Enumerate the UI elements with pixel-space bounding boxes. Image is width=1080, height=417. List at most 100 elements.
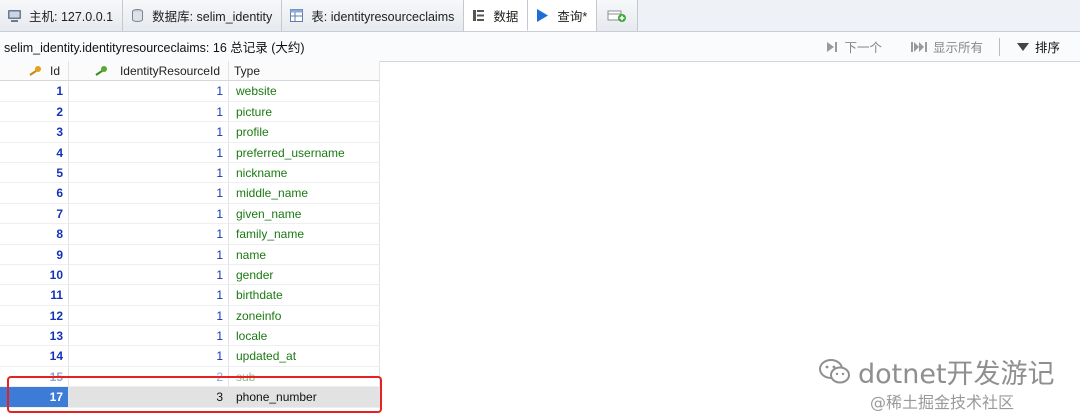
record-count-label: selim_identity.identityresourceclaims: 1… xyxy=(4,41,305,55)
cell-identityresourceid[interactable]: 1 xyxy=(69,122,229,143)
show-all-icon xyxy=(910,41,927,52)
column-header-label: IdentityResourceId xyxy=(119,63,220,78)
cell-id[interactable]: 7 xyxy=(0,203,69,225)
cell-type[interactable]: gender xyxy=(229,264,380,286)
cell-type[interactable]: zoneinfo xyxy=(229,305,380,327)
column-header-type[interactable]: Type xyxy=(229,61,380,82)
column-header-label: Id xyxy=(49,63,60,78)
cell-id[interactable]: 8 xyxy=(0,224,69,245)
table-row[interactable]: 8 1 family_name xyxy=(0,224,380,245)
table-row[interactable]: 14 1 updated_at xyxy=(0,346,380,367)
play-icon xyxy=(535,8,550,23)
cell-identityresourceid[interactable]: 1 xyxy=(69,244,229,265)
sort-button[interactable]: 排序 xyxy=(1016,37,1060,56)
wechat-icon xyxy=(819,358,850,383)
cell-identityresourceid[interactable]: 1 xyxy=(69,203,229,225)
toolbar-divider xyxy=(998,37,1000,56)
next-button[interactable]: 下一个 xyxy=(825,37,882,56)
cell-id[interactable]: 12 xyxy=(0,305,69,327)
table-row[interactable]: 2 1 picture xyxy=(0,101,380,123)
cell-id[interactable]: 11 xyxy=(0,285,69,306)
table-row[interactable]: 13 1 locale xyxy=(0,326,380,347)
table-row[interactable]: 1 1 website xyxy=(0,81,380,102)
cell-type[interactable]: middle_name xyxy=(229,183,380,204)
table-row[interactable]: 9 1 name xyxy=(0,244,380,265)
cell-identityresourceid[interactable]: 1 xyxy=(69,142,229,163)
cell-id[interactable]: 4 xyxy=(0,142,69,163)
table-row[interactable]: 7 1 given_name xyxy=(0,203,380,225)
tab-label: 主机: 127.0.0.1 xyxy=(29,10,114,24)
cell-id[interactable]: 14 xyxy=(0,346,69,367)
server-icon xyxy=(7,8,22,23)
next-label: 下一个 xyxy=(844,41,882,55)
cell-id[interactable]: 2 xyxy=(0,101,69,123)
cell-identityresourceid[interactable]: 1 xyxy=(69,81,229,102)
cell-type[interactable]: website xyxy=(229,81,380,102)
tab-host[interactable]: 主机: 127.0.0.1 xyxy=(0,0,124,31)
grid-header: Id IdentityResourceId Type xyxy=(0,61,380,82)
cell-identityresourceid[interactable]: 1 xyxy=(69,264,229,286)
tab-data[interactable]: 数据 xyxy=(464,0,529,31)
grid-actions: 下一个 显示所有 排序 xyxy=(825,32,1060,61)
cell-identityresourceid[interactable]: 1 xyxy=(69,162,229,184)
table-row[interactable]: 3 1 profile xyxy=(0,122,380,143)
column-header-id[interactable]: Id xyxy=(0,61,69,82)
cell-type[interactable]: preferred_username xyxy=(229,142,380,163)
foreign-key-icon xyxy=(95,66,107,77)
cell-id[interactable]: 1 xyxy=(0,81,69,102)
watermark-title: dotnet开发游记 xyxy=(858,359,1055,390)
primary-key-icon xyxy=(29,66,41,77)
cell-identityresourceid[interactable]: 1 xyxy=(69,326,229,347)
watermark: dotnet开发游记 xyxy=(818,352,1055,391)
table-icon xyxy=(289,8,304,23)
tab-label: 查询* xyxy=(557,10,588,24)
cell-id[interactable]: 5 xyxy=(0,162,69,184)
cell-id[interactable]: 13 xyxy=(0,326,69,347)
watermark-source: @稀土掘金技术社区 xyxy=(870,393,1015,412)
show-all-button[interactable]: 显示所有 xyxy=(910,37,983,56)
table-row[interactable]: 5 1 nickname xyxy=(0,162,380,184)
cell-type[interactable]: family_name xyxy=(229,224,380,245)
results-grid: Id IdentityResourceId Type 1 1 website 2… xyxy=(0,61,380,408)
cell-identityresourceid[interactable]: 1 xyxy=(69,346,229,367)
cell-type[interactable]: name xyxy=(229,244,380,265)
new-query-tab-button[interactable] xyxy=(597,0,639,31)
tab-label: 数据库: selim_identity xyxy=(152,10,273,24)
cell-identityresourceid[interactable]: 1 xyxy=(69,285,229,306)
cell-identityresourceid[interactable]: 1 xyxy=(69,101,229,123)
show-all-label: 显示所有 xyxy=(932,41,983,55)
cell-id[interactable]: 3 xyxy=(0,122,69,143)
cell-type[interactable]: profile xyxy=(229,122,380,143)
tab-bar: 主机: 127.0.0.1 数据库: selim_identity 表: ide… xyxy=(0,0,1080,32)
info-bar: selim_identity.identityresourceclaims: 1… xyxy=(0,32,1080,62)
tab-query[interactable]: 查询* xyxy=(528,0,598,31)
table-row[interactable]: 6 1 middle_name xyxy=(0,183,380,204)
next-icon xyxy=(827,41,838,52)
data-grid-icon xyxy=(471,8,486,23)
cell-identityresourceid[interactable]: 1 xyxy=(69,305,229,327)
table-row[interactable]: 11 1 birthdate xyxy=(0,285,380,306)
table-row[interactable]: 12 1 zoneinfo xyxy=(0,305,380,327)
database-icon xyxy=(130,8,145,23)
cell-type[interactable]: given_name xyxy=(229,203,380,225)
cell-id[interactable]: 9 xyxy=(0,244,69,265)
sort-label: 排序 xyxy=(1034,41,1060,55)
cell-identityresourceid[interactable]: 1 xyxy=(69,183,229,204)
cell-type[interactable]: picture xyxy=(229,101,380,123)
tab-label: 表: identityresourceclaims xyxy=(311,10,455,24)
table-row[interactable]: 4 1 preferred_username xyxy=(0,142,380,163)
table-row[interactable]: 10 1 gender xyxy=(0,264,380,286)
cell-identityresourceid[interactable]: 1 xyxy=(69,224,229,245)
column-header-identityresourceid[interactable]: IdentityResourceId xyxy=(69,61,229,82)
cell-id[interactable]: 6 xyxy=(0,183,69,204)
sort-icon xyxy=(1016,42,1029,51)
cell-id[interactable]: 10 xyxy=(0,264,69,286)
new-query-tab-icon xyxy=(607,8,627,23)
cell-type[interactable]: birthdate xyxy=(229,285,380,306)
tab-label: 数据 xyxy=(493,9,519,24)
tab-database[interactable]: 数据库: selim_identity xyxy=(123,0,283,31)
cell-type[interactable]: updated_at xyxy=(229,346,380,367)
tab-table[interactable]: 表: identityresourceclaims xyxy=(282,0,465,31)
cell-type[interactable]: nickname xyxy=(229,162,380,184)
cell-type[interactable]: locale xyxy=(229,326,380,347)
